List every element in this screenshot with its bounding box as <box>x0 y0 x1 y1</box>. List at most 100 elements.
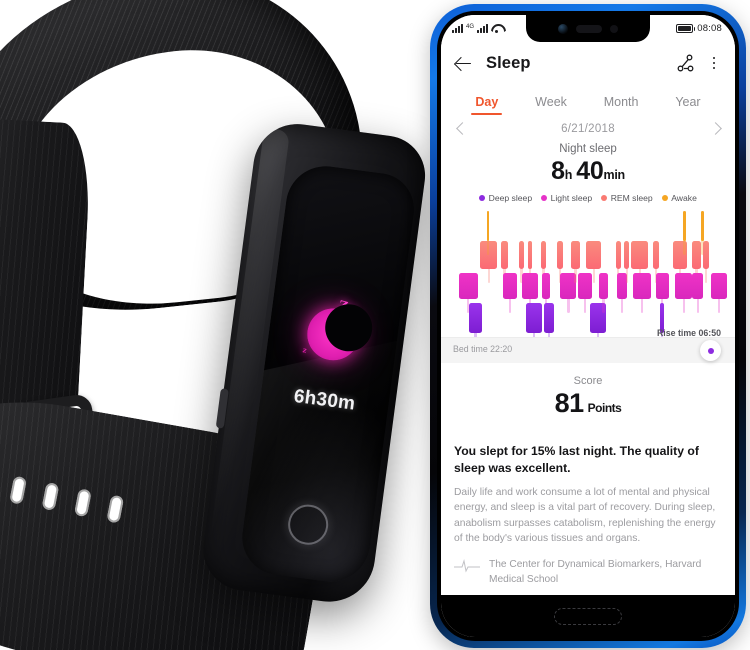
hypnogram-segment <box>615 241 621 269</box>
share-nodes-icon[interactable] <box>676 53 696 73</box>
hypnogram-segment <box>631 241 649 269</box>
tab-week[interactable]: Week <box>535 95 567 115</box>
front-camera-icon <box>558 23 568 34</box>
hypnogram-segment <box>525 303 542 333</box>
hypnogram-segment <box>675 273 693 299</box>
sim-tag-label: 4G <box>466 24 475 30</box>
sleep-insight-card: You slept for 15% last night. The qualit… <box>441 433 735 595</box>
hypnogram-segment <box>598 273 609 299</box>
legend-dot-rem-sleep <box>601 195 608 201</box>
app-bar: Sleep <box>441 42 735 84</box>
insight-source-text: The Center for Dynamical Biomarkers, Har… <box>489 559 702 586</box>
legend-dot-light-sleep <box>541 195 548 201</box>
duration-minutes: 40 <box>576 157 604 185</box>
status-bar-left: 4G <box>452 24 502 33</box>
phone-notch <box>526 15 650 42</box>
zz-small-icon: z <box>301 344 309 356</box>
hypnogram-segment <box>624 241 630 269</box>
screenshot-root: Zz z 6h30m 4G 08:08 Sleep Day Week Month… <box>0 0 750 650</box>
band-sleep-readout: Zz z 6h30m <box>260 298 400 420</box>
chevron-left-icon[interactable] <box>455 122 468 135</box>
overflow-menu-icon[interactable] <box>706 53 722 73</box>
legend-item-rem-sleep: REM sleep <box>601 193 653 203</box>
legend-dot-deep-sleep <box>479 195 486 201</box>
period-tabs: Day Week Month Year <box>441 84 735 115</box>
rise-time-label: Rise time 06:50 <box>656 328 721 338</box>
legend-label-deep-sleep: Deep sleep <box>488 193 533 203</box>
score-unit: Points <box>587 401 622 415</box>
score-value: 81 <box>554 388 585 418</box>
hypnogram-segment <box>633 273 652 299</box>
chart-time-axis: Bed time 22:20 Rise time 06:50 <box>441 328 735 363</box>
hypnogram-segment <box>541 273 550 299</box>
phone-device: 4G 08:08 Sleep Day Week Month Year 6/21/… <box>430 4 746 648</box>
hypnogram-segment <box>578 273 592 299</box>
sleep-summary-card: 6/21/2018 Night sleep 8h 40min Deep slee… <box>441 115 735 363</box>
hypnogram-segment <box>458 273 478 299</box>
wifi-icon <box>491 24 502 33</box>
selected-date: 6/21/2018 <box>561 122 615 135</box>
tab-year[interactable]: Year <box>675 95 700 115</box>
hypnogram-segment <box>683 211 686 241</box>
nav-pill-icon[interactable] <box>554 607 622 625</box>
signal-bars-icon <box>452 24 463 33</box>
hypnogram-segment <box>692 273 704 299</box>
band-side-button[interactable] <box>215 388 229 429</box>
phone-bottom-chin <box>441 595 735 637</box>
signal-bars-icon-2 <box>477 24 489 33</box>
earpiece-speaker-icon <box>576 24 602 33</box>
status-bar-clock: 08:08 <box>697 23 722 34</box>
legend-label-rem-sleep: REM sleep <box>610 193 653 203</box>
chevron-right-icon[interactable] <box>708 122 721 135</box>
hypnogram-segment <box>703 241 709 269</box>
duration-minutes-unit: min <box>603 168 626 182</box>
status-bar-right: 08:08 <box>676 23 722 34</box>
back-arrow-icon[interactable] <box>454 54 473 73</box>
zz-icon: Zz <box>336 297 359 319</box>
tab-month[interactable]: Month <box>604 95 639 115</box>
proximity-sensor-icon <box>610 24 618 33</box>
sleep-marker-fab[interactable] <box>700 340 721 361</box>
legend-label-light-sleep: Light sleep <box>550 193 593 203</box>
hypnogram-segment <box>469 303 482 333</box>
score-label: Score <box>573 375 603 387</box>
insight-headline: You slept for 15% last night. The qualit… <box>454 444 699 476</box>
insight-paragraph: Daily life and work consume a lot of men… <box>454 486 716 544</box>
chart-legend: Deep sleep Light sleep REM sleep Awake <box>441 193 735 203</box>
sleep-duration-total: 8h 40min <box>441 157 735 186</box>
insight-source: The Center for Dynamical Biomarkers, Har… <box>454 558 722 590</box>
phone-bezel: 4G 08:08 Sleep Day Week Month Year 6/21/… <box>437 11 739 641</box>
date-navigator: 6/21/2018 <box>441 115 735 137</box>
hypnogram-segment <box>521 273 539 299</box>
hypnogram-segment <box>710 273 727 299</box>
crescent-moon-icon: Zz z <box>301 298 362 363</box>
hypnogram-segment <box>656 273 669 299</box>
tab-day[interactable]: Day <box>471 95 503 115</box>
pulse-line-icon <box>454 559 480 573</box>
hypnogram-segment <box>557 241 564 269</box>
hypnogram-segment <box>541 241 546 269</box>
duration-hours-unit: h <box>564 168 573 182</box>
fitness-band-photo: Zz z 6h30m <box>0 0 430 650</box>
page-title: Sleep <box>486 53 531 72</box>
hypnogram-segment <box>518 241 525 269</box>
hypnogram-segment <box>527 241 533 269</box>
hypnogram-segment <box>502 273 518 299</box>
hypnogram-segment <box>543 303 555 333</box>
legend-dot-awake <box>661 195 668 201</box>
battery-full-icon <box>676 24 696 33</box>
hypnogram-segment <box>500 241 509 269</box>
content-scroll-area[interactable]: 6/21/2018 Night sleep 8h 40min Deep slee… <box>441 115 735 595</box>
duration-hours: 8 <box>551 157 565 185</box>
sleep-marker-dot-icon <box>707 347 714 354</box>
legend-label-awake: Awake <box>671 193 697 203</box>
legend-item-light-sleep: Light sleep <box>541 193 592 203</box>
sleep-hypnogram-chart[interactable] <box>441 211 735 347</box>
legend-item-deep-sleep: Deep sleep <box>479 193 532 203</box>
bed-time-label: Bed time 22:20 <box>453 344 513 354</box>
hypnogram-segment <box>570 241 581 269</box>
hypnogram-segment <box>653 241 659 269</box>
hypnogram-segment <box>691 241 702 269</box>
hypnogram-segment <box>486 211 490 241</box>
hypnogram-segment <box>586 241 602 269</box>
